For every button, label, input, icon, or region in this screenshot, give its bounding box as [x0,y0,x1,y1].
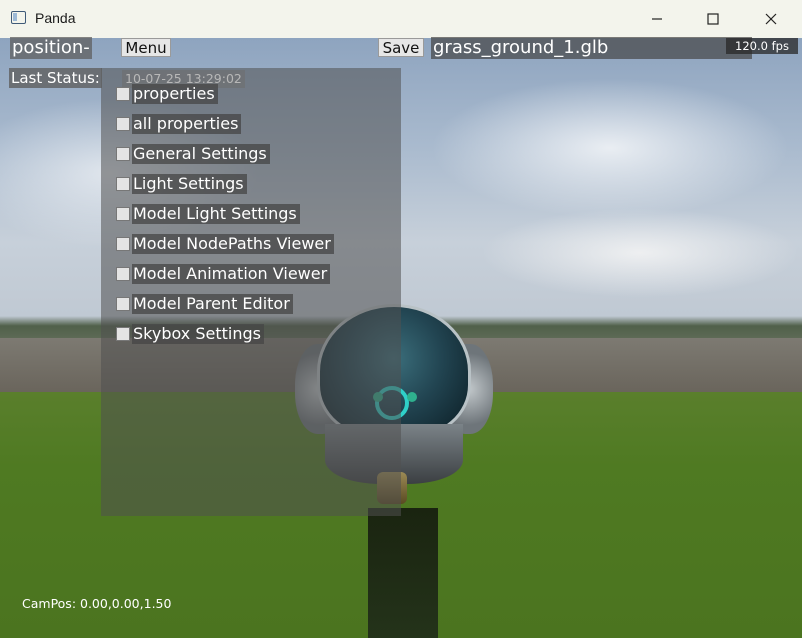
menu-panel [101,68,401,516]
menu-item-label: Model NodePaths Viewer [132,234,334,254]
minimize-button[interactable] [628,0,686,38]
checkbox[interactable] [116,147,130,161]
close-icon [765,13,777,25]
fps-counter: 120.0 fps [726,38,798,54]
menu-item-label: Model Light Settings [132,204,300,224]
checkbox[interactable] [116,327,130,341]
menu-item-model-light-settings[interactable]: Model Light Settings [116,204,300,224]
menu-item-general-settings[interactable]: General Settings [116,144,270,164]
menu-item-all-properties[interactable]: all properties [116,114,242,134]
checkbox[interactable] [116,117,130,131]
camera-position-readout: CamPos: 0.00,0.00,1.50 [22,596,172,611]
checkbox[interactable] [116,177,130,191]
menu-item-model-animation-viewer[interactable]: Model Animation Viewer [116,264,331,284]
model-shadow [368,508,438,638]
menu-item-label: Skybox Settings [132,324,264,344]
menu-item-label: Light Settings [132,174,247,194]
checkbox[interactable] [116,237,130,251]
window-title: Panda [35,10,76,26]
menu-item-label: Model Animation Viewer [132,264,331,284]
menu-item-skybox-settings[interactable]: Skybox Settings [116,324,264,344]
menu-item-model-parent-editor[interactable]: Model Parent Editor [116,294,293,314]
menu-item-light-settings[interactable]: Light Settings [116,174,247,194]
minimize-icon [652,18,662,20]
menu-item-model-nodepaths-viewer[interactable]: Model NodePaths Viewer [116,234,334,254]
maximize-button[interactable] [684,0,742,38]
close-button[interactable] [742,0,800,38]
menu-item-label: properties [132,84,218,104]
sky-clouds [480,208,800,298]
sky-clouds [430,78,790,218]
last-status-label: Last Status: [9,68,102,88]
menu-button[interactable]: Menu [121,38,171,57]
position-label: position- [10,37,92,59]
helmet-light [407,392,417,402]
menu-item-label: General Settings [132,144,270,164]
menu-item-properties[interactable]: properties [116,84,218,104]
model-file-field[interactable]: grass_ground_1.glb [431,37,752,59]
checkbox[interactable] [116,297,130,311]
checkbox[interactable] [116,267,130,281]
menu-item-label: Model Parent Editor [132,294,293,314]
menu-item-label: all properties [132,114,242,134]
save-button[interactable]: Save [378,38,424,57]
app-window-icon [11,11,26,24]
checkbox[interactable] [116,207,130,221]
title-bar: Panda [0,0,802,39]
checkbox[interactable] [116,87,130,101]
maximize-icon [707,13,719,25]
